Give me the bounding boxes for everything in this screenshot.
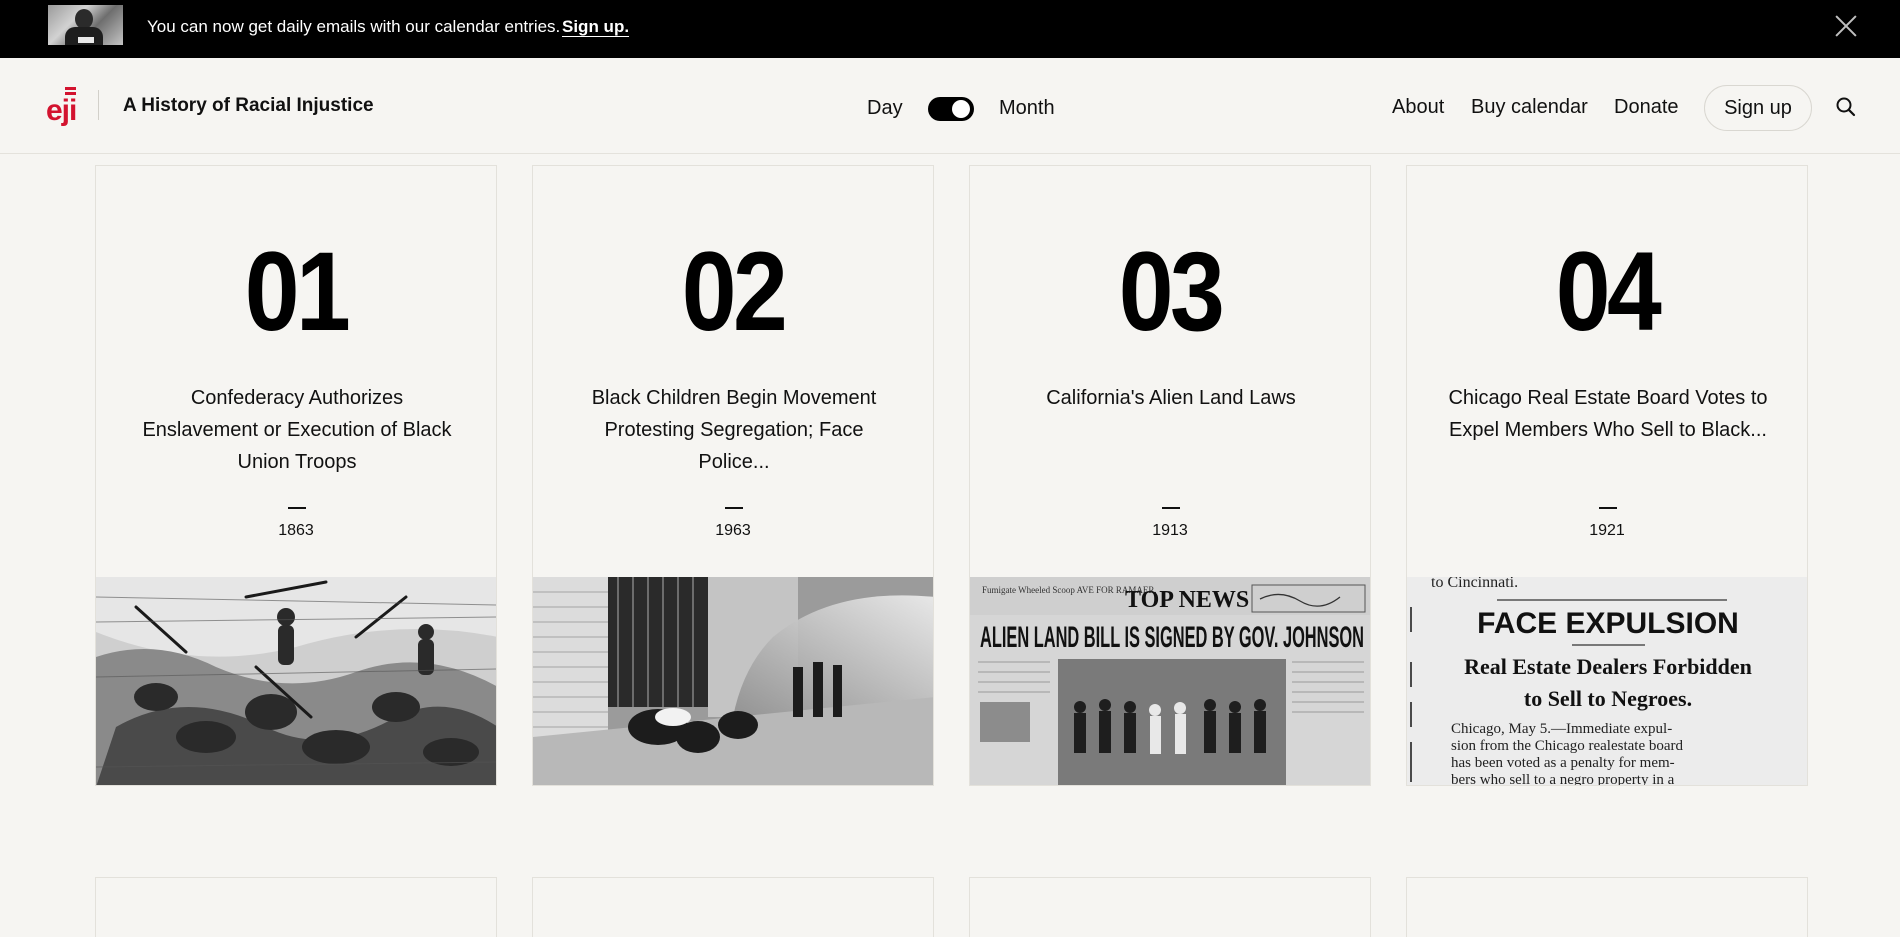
announcement-bar: You can now get daily emails with our ca… bbox=[0, 0, 1900, 58]
card-day-number: 04 bbox=[1555, 229, 1662, 354]
battle-engraving-image[interactable] bbox=[96, 577, 496, 785]
card-divider bbox=[725, 507, 743, 509]
calendar-card[interactable]: 02 Black Children Begin Movement Protest… bbox=[532, 165, 934, 786]
calendar-card[interactable]: 04 Chicago Real Estate Board Votes to Ex… bbox=[1406, 165, 1808, 786]
card-title[interactable]: Confederacy Authorizes Enslavement or Ex… bbox=[132, 382, 462, 478]
card-title[interactable]: California's Alien Land Laws bbox=[1006, 382, 1336, 414]
announcement-signup-link[interactable]: Sign up. bbox=[562, 16, 629, 38]
calendar-card[interactable] bbox=[95, 877, 497, 937]
announcement-text: You can now get daily emails with our ca… bbox=[147, 17, 561, 36]
calendar-card[interactable]: 01 Confederacy Authorizes Enslavement or… bbox=[95, 165, 497, 786]
card-day-number: 02 bbox=[681, 229, 788, 354]
card-divider bbox=[1599, 507, 1617, 509]
eji-logo[interactable]: eji bbox=[46, 86, 78, 127]
card-year: 1963 bbox=[715, 522, 751, 539]
card-divider bbox=[288, 507, 306, 509]
calendar-card[interactable] bbox=[969, 877, 1371, 937]
card-year: 1913 bbox=[1152, 522, 1188, 539]
logo-divider bbox=[98, 90, 99, 120]
view-day-label[interactable]: Day bbox=[867, 96, 903, 120]
svg-text:bers who sell to a negro prope: bers who sell to a negro property in a bbox=[1451, 772, 1675, 786]
announcement-thumbnail bbox=[48, 5, 123, 45]
svg-text:to Sell to Negroes.: to Sell to Negroes. bbox=[1524, 686, 1692, 711]
svg-text:has been voted as a penalty fo: has been voted as a penalty for mem- bbox=[1451, 755, 1675, 771]
svg-text:TOP NEWS: TOP NEWS bbox=[1125, 587, 1249, 613]
calendar-card[interactable] bbox=[532, 877, 934, 937]
newspaper-top-news-image[interactable]: Fumigate Wheeled Scoop AVE FOR RAMAER. T… bbox=[970, 577, 1370, 785]
newspaper-clipping-image[interactable]: to Cincinnati. FACE EXPULSION Real Estat… bbox=[1407, 577, 1807, 786]
calendar-card[interactable]: 03 California's Alien Land Laws 1913 Fum… bbox=[969, 165, 1371, 786]
site-title[interactable]: A History of Racial Injustice bbox=[123, 94, 374, 118]
card-title[interactable]: Black Children Begin Movement Protesting… bbox=[569, 382, 899, 478]
svg-text:Chicago, May 5.—Immediate expu: Chicago, May 5.—Immediate expul- bbox=[1451, 721, 1672, 737]
svg-text:ALIEN LAND BILL IS SIGNED BY G: ALIEN LAND BILL IS SIGNED BY GOV. JOHNSO… bbox=[980, 621, 1364, 654]
card-title[interactable]: Chicago Real Estate Board Votes to Expel… bbox=[1443, 382, 1773, 446]
svg-text:sion from the Chicago realesta: sion from the Chicago realestate board bbox=[1451, 738, 1684, 754]
card-day-number: 03 bbox=[1118, 229, 1225, 354]
card-year: 1921 bbox=[1589, 522, 1625, 539]
signup-button[interactable]: Sign up bbox=[1704, 85, 1812, 131]
site-header: eji A History of Racial Injustice Day Mo… bbox=[0, 58, 1900, 154]
close-icon[interactable] bbox=[1834, 14, 1858, 38]
search-icon[interactable] bbox=[1834, 95, 1858, 119]
fire-hose-protest-image[interactable] bbox=[533, 577, 933, 785]
nav-buy-calendar[interactable]: Buy calendar bbox=[1471, 95, 1588, 119]
nav-donate[interactable]: Donate bbox=[1614, 95, 1679, 119]
svg-text:Real Estate Dealers Forbidden: Real Estate Dealers Forbidden bbox=[1464, 654, 1752, 679]
view-month-label[interactable]: Month bbox=[999, 96, 1055, 120]
calendar-card[interactable] bbox=[1406, 877, 1808, 937]
card-day-number: 01 bbox=[244, 229, 351, 354]
nav-about[interactable]: About bbox=[1392, 95, 1444, 119]
day-month-toggle[interactable] bbox=[928, 97, 974, 121]
svg-text:FACE EXPULSION: FACE EXPULSION bbox=[1477, 607, 1739, 640]
svg-text:to Cincinnati.: to Cincinnati. bbox=[1431, 577, 1518, 591]
svg-text:eji: eji bbox=[46, 94, 76, 126]
card-divider bbox=[1162, 507, 1180, 509]
card-year: 1863 bbox=[278, 522, 314, 539]
